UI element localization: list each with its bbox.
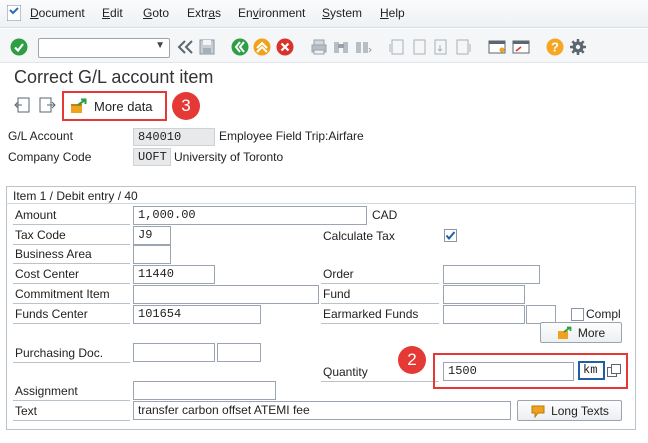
order-input[interactable] (443, 265, 540, 284)
settings-icon[interactable] (569, 38, 587, 56)
menu-system[interactable]: System (322, 6, 362, 20)
more-icon (557, 326, 572, 339)
step-badge-2: 2 (398, 346, 426, 374)
last-page-icon[interactable] (454, 38, 472, 56)
exit-icon[interactable] (253, 38, 271, 56)
long-texts-label: Long Texts (551, 403, 609, 418)
next-page-icon[interactable] (432, 38, 450, 56)
find-next-icon[interactable] (354, 38, 372, 56)
business-area-input[interactable] (133, 245, 171, 264)
print-icon[interactable] (310, 38, 328, 56)
sap-menu-icon[interactable] (7, 5, 21, 21)
more-button-label: More (577, 325, 606, 340)
assignment-label: Assignment (13, 383, 130, 401)
tax-code-input[interactable]: J9 (133, 226, 171, 245)
tax-code-label: Tax Code (13, 227, 130, 245)
quantity-input[interactable]: 1500 (443, 362, 574, 381)
cost-center-label: Cost Center (13, 266, 130, 284)
item-group-separator (6, 203, 636, 204)
find-icon[interactable] (332, 38, 350, 56)
more-button[interactable]: More (540, 322, 622, 343)
chevron-down-icon[interactable]: ▼ (155, 40, 165, 51)
checkmark-icon (444, 229, 457, 242)
back-nav-icon[interactable] (176, 38, 194, 56)
command-field[interactable]: ▼ (38, 38, 170, 58)
menu-document[interactable]: Document (30, 6, 85, 20)
step-badge-3: 3 (172, 92, 200, 120)
business-area-label: Business Area (13, 246, 130, 264)
company-code-label: Company Code (8, 150, 92, 164)
item-group-title: Item 1 / Debit entry / 40 (13, 189, 138, 203)
funds-center-input[interactable]: 101654 (133, 305, 261, 324)
first-page-icon[interactable] (388, 38, 406, 56)
purchasing-doc-item-input[interactable] (217, 343, 261, 362)
cost-center-input[interactable]: 11440 (133, 265, 215, 284)
calculate-tax-label: Calculate Tax (323, 229, 395, 243)
calculate-tax-checkbox[interactable] (444, 229, 457, 242)
page-title: Correct G/L account item (14, 67, 214, 87)
text-input[interactable]: transfer carbon offset ATEMI fee (133, 401, 511, 420)
more-data-button[interactable]: More data (62, 91, 167, 121)
svg-text:?: ? (551, 40, 559, 55)
company-code-value: UOFT (133, 148, 171, 166)
amount-input[interactable]: 1,000.00 (133, 206, 367, 225)
create-session-icon[interactable] (488, 38, 506, 56)
save-icon[interactable] (198, 38, 216, 56)
help-icon[interactable]: ? (546, 38, 564, 56)
fund-input[interactable] (443, 285, 525, 304)
value-help-icon[interactable] (607, 364, 621, 378)
compl-label: Compl (586, 307, 621, 321)
compl-checkbox[interactable] (571, 308, 584, 321)
company-code-text: University of Toronto (174, 150, 284, 164)
long-texts-icon (531, 405, 545, 418)
shortcut-icon[interactable] (512, 38, 530, 56)
purchasing-doc-input[interactable] (133, 343, 215, 362)
order-label: Order (321, 266, 439, 284)
menu-extras[interactable]: Extras (187, 6, 221, 20)
commitment-item-label: Commitment Item (13, 286, 130, 304)
amount-label: Amount (13, 207, 130, 225)
more-data-label: More data (94, 98, 153, 114)
earmarked-funds-input[interactable] (443, 305, 525, 324)
commitment-item-input[interactable] (133, 285, 319, 304)
menu-edit[interactable]: Edit (102, 6, 123, 20)
standard-toolbar: ▼ ? (0, 29, 648, 63)
menu-help[interactable]: Help (380, 6, 405, 20)
menu-environment[interactable]: Environment (238, 6, 305, 20)
earmarked-funds-label: Earmarked Funds (321, 306, 439, 324)
previous-page-icon[interactable] (410, 38, 428, 56)
unit-input[interactable]: km (578, 361, 605, 380)
currency-label: CAD (372, 208, 398, 222)
enter-icon[interactable] (10, 38, 28, 56)
purchasing-doc-label: Purchasing Doc. (13, 345, 130, 363)
funds-center-label: Funds Center (13, 306, 130, 324)
more-data-icon (71, 98, 87, 113)
next-item-icon[interactable] (38, 97, 56, 113)
cancel-icon[interactable] (276, 38, 294, 56)
text-label: Text (13, 403, 130, 421)
previous-item-icon[interactable] (14, 97, 32, 113)
gl-account-text: Employee Field Trip:Airfare (219, 129, 364, 143)
gl-account-value: 840010 (133, 128, 215, 146)
assignment-input[interactable] (133, 381, 276, 400)
menu-bar: Document Edit Goto Extras Environment Sy… (0, 0, 648, 28)
long-texts-button[interactable]: Long Texts (517, 400, 622, 421)
menu-goto[interactable]: Goto (143, 6, 169, 20)
fund-label: Fund (321, 286, 439, 304)
back-icon[interactable] (231, 38, 249, 56)
gl-account-label: G/L Account (8, 129, 73, 143)
